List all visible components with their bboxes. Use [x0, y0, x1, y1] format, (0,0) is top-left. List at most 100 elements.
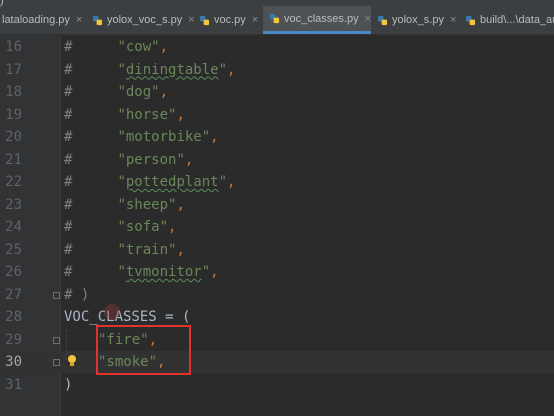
python-file-icon	[269, 13, 280, 24]
string-quote: "	[218, 61, 228, 78]
fold-marker-icon[interactable]	[53, 291, 60, 299]
line-number: 18	[5, 84, 22, 100]
string-quote: "	[201, 264, 211, 280]
comment-hash: #	[64, 219, 73, 235]
tab-close-icon[interactable]: ×	[76, 14, 82, 26]
comma: ,	[227, 174, 236, 190]
tab-yolox-voc-s[interactable]: yolox_voc_s.py ×	[92, 6, 195, 34]
comment-hash: #	[64, 174, 73, 190]
line-code: # "motorbike",	[64, 126, 219, 148]
comma: ,	[168, 219, 177, 235]
code-line[interactable]: 21 # "person",	[0, 149, 554, 171]
line-number: 25	[5, 241, 22, 258]
code-line[interactable]: 28 VOC_CLASSES = (	[0, 306, 554, 328]
tab-label: yolox_s.py	[392, 14, 444, 26]
highlight-annotation-box	[96, 325, 191, 375]
code-line[interactable]: 27 # )	[0, 284, 554, 306]
line-number: 19	[5, 106, 22, 123]
code-line[interactable]: 18 # "dog",	[0, 81, 554, 103]
line-code: # "cow",	[64, 36, 168, 58]
line-number: 17	[5, 61, 22, 78]
string-literal: "	[117, 61, 126, 78]
code-line[interactable]: 26 # "tvmonitor",	[0, 261, 554, 283]
code-line[interactable]: 20 # "motorbike",	[0, 126, 554, 148]
comma: ,	[184, 151, 194, 168]
line-number: 20	[5, 129, 22, 145]
spellcheck-word: diningtable	[125, 61, 219, 78]
line-number: 22	[5, 174, 22, 190]
code-line[interactable]: 19 # "horse",	[0, 104, 554, 126]
code-line[interactable]: 17 # "diningtable",	[0, 59, 554, 81]
string-literal: "dog"	[117, 84, 160, 100]
string-literal: "sheep"	[117, 196, 177, 213]
line-number: 21	[5, 151, 22, 168]
line-code: # "person",	[64, 149, 193, 171]
comma: ,	[176, 196, 185, 213]
tab-close-icon[interactable]: ×	[365, 13, 371, 25]
comment-hash: #	[64, 196, 73, 213]
comment-hash: #	[64, 264, 73, 280]
tab-label: voc.py	[214, 14, 246, 26]
python-file-icon	[199, 15, 210, 25]
tab-close-icon[interactable]: ×	[252, 14, 258, 26]
comma: ,	[176, 106, 185, 123]
code-line[interactable]: 25 # "train",	[0, 239, 554, 261]
line-number: 29	[5, 331, 22, 348]
line-code: )	[64, 374, 72, 396]
line-number: 23	[5, 196, 22, 213]
tab-voc[interactable]: voc.py ×	[199, 6, 261, 34]
line-code: # )	[64, 284, 89, 306]
line-number: 26	[5, 264, 22, 280]
line-code: # "dog",	[64, 81, 168, 103]
comment-hash: #	[64, 84, 73, 100]
string-literal: "person"	[117, 151, 185, 168]
comma: ,	[227, 61, 236, 78]
cursor-highlight	[104, 304, 120, 320]
line-number: 30	[5, 354, 22, 370]
comma: ,	[176, 241, 185, 258]
fold-marker-icon[interactable]	[53, 336, 60, 344]
comma: ,	[210, 129, 219, 145]
line-code: # "train",	[64, 239, 185, 261]
code-line[interactable]: 24 # "sofa",	[0, 216, 554, 238]
tab-close-icon[interactable]: ×	[450, 14, 456, 26]
code-line[interactable]: 23 # "sheep",	[0, 194, 554, 216]
tab-yolox-s[interactable]: yolox_s.py ×	[377, 6, 459, 34]
string-literal: "motorbike"	[117, 129, 211, 145]
line-code: # "diningtable",	[64, 59, 235, 81]
python-file-icon	[92, 15, 103, 25]
tab-label: lataloading.py	[2, 14, 70, 26]
tab-close-icon[interactable]: ×	[188, 14, 194, 26]
string-literal: "cow"	[117, 39, 160, 55]
comment-text: # )	[64, 286, 90, 303]
comma: ,	[210, 264, 219, 280]
code-line[interactable]: 30 "smoke",	[0, 351, 554, 373]
tab-voc-classes[interactable]: voc_classes.py ×	[263, 6, 371, 34]
tab-build-data-aug[interactable]: build\...\data_au	[465, 6, 554, 34]
string-quote: "	[218, 174, 228, 190]
code-line[interactable]: 29 "fire",	[0, 329, 554, 351]
tab-label: voc_classes.py	[284, 12, 359, 25]
comment-hash: #	[64, 39, 73, 55]
tab-lataloading[interactable]: lataloading.py ×	[0, 6, 86, 34]
spellcheck-word: pottedplant	[125, 174, 219, 190]
code-line[interactable]: 22 # "pottedplant",	[0, 171, 554, 193]
code-line[interactable]: 16 # "cow",	[0, 36, 554, 58]
line-code: # "pottedplant",	[64, 171, 235, 193]
comma: ,	[159, 39, 169, 55]
code-line[interactable]: 31)	[0, 374, 554, 396]
string-literal: "sofa"	[117, 219, 169, 235]
line-code: # "sofa",	[64, 216, 176, 238]
fold-marker-icon[interactable]	[53, 359, 60, 366]
python-file-icon	[465, 15, 476, 25]
comment-hash: #	[64, 106, 73, 123]
line-number: 24	[5, 219, 22, 235]
line-number: 27	[5, 286, 22, 303]
line-number: 28	[5, 309, 22, 325]
line-code: # "tvmonitor",	[64, 261, 219, 283]
comment-hash: #	[64, 129, 73, 145]
line-number: 16	[5, 39, 22, 55]
comment-hash: #	[64, 61, 73, 78]
tab-label: yolox_voc_s.py	[107, 14, 183, 26]
string-literal: "	[117, 174, 126, 190]
